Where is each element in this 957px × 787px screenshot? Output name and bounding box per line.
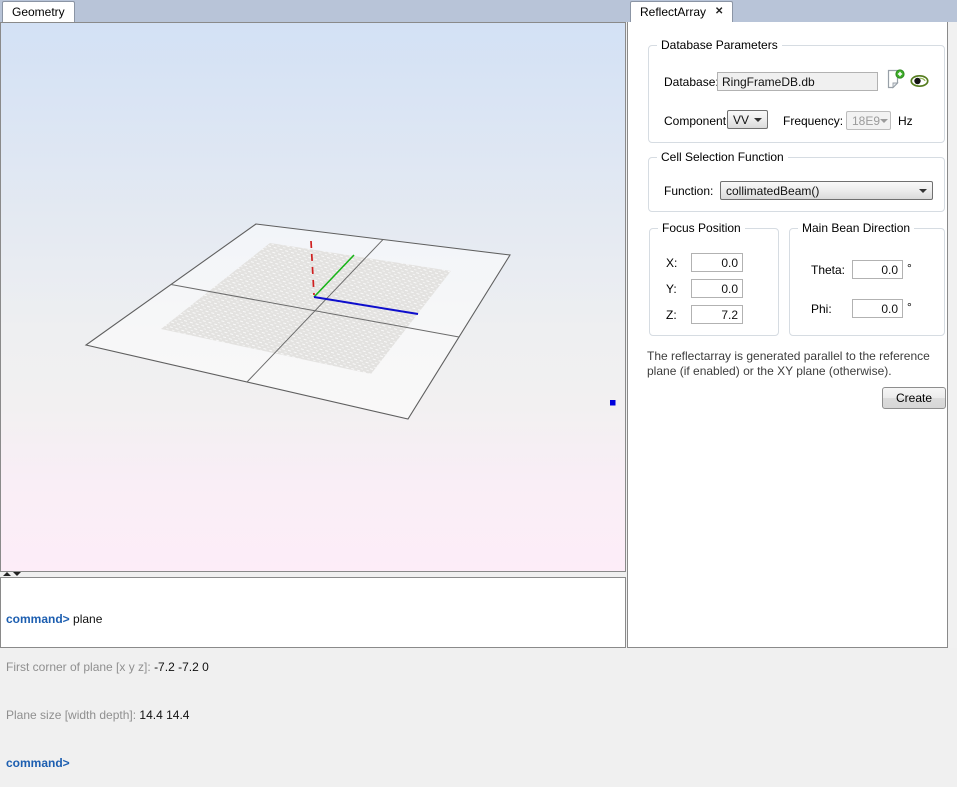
group-title: Cell Selection Function [657, 150, 788, 164]
focus-z-field[interactable] [691, 305, 743, 324]
group-cell-selection: Cell Selection Function Function: collim… [648, 157, 945, 212]
group-title: Database Parameters [657, 38, 782, 52]
command-console[interactable]: command> plane First corner of plane [x … [0, 577, 626, 648]
window-right-margin [948, 22, 957, 648]
frequency-unit-label: Hz [898, 114, 913, 128]
console-line: First corner of plane [x y z]: -7.2 -7.2… [6, 659, 620, 675]
frequency-dropdown: 18E9 [846, 111, 891, 130]
create-button[interactable]: Create [882, 387, 946, 409]
group-title: Main Bean Direction [798, 221, 914, 235]
console-prompt: command> [6, 612, 70, 626]
theta-label: Theta: [811, 263, 845, 277]
theta-field[interactable] [852, 260, 903, 279]
console-output-value: 14.4 14.4 [139, 708, 189, 722]
tab-geometry-label: Geometry [12, 5, 65, 19]
component-dropdown[interactable]: VV [727, 110, 768, 129]
dropdown-arrow-icon [754, 118, 762, 122]
database-label: Database: [664, 75, 719, 89]
dropdown-arrow-icon [880, 119, 888, 123]
phi-degree-label: ° [907, 300, 912, 314]
group-main-beam-direction: Main Bean Direction Theta: ° Phi: ° [789, 228, 945, 336]
database-field[interactable] [717, 72, 878, 91]
function-dropdown[interactable]: collimatedBeam() [720, 181, 933, 200]
focus-y-field[interactable] [691, 279, 743, 298]
phi-label: Phi: [811, 302, 832, 316]
blue-marker [610, 400, 616, 406]
focus-y-label: Y: [666, 282, 677, 296]
console-command: plane [70, 612, 103, 626]
tab-geometry[interactable]: Geometry [2, 1, 75, 22]
frequency-label: Frequency: [783, 114, 843, 128]
group-title: Focus Position [658, 221, 745, 235]
dropdown-arrow-icon [919, 189, 927, 193]
group-focus-position: Focus Position X: Y: Z: [649, 228, 779, 336]
tab-reflectarray[interactable]: ReflectArray ✕ [630, 1, 733, 22]
frequency-value: 18E9 [852, 114, 880, 128]
group-database-parameters: Database Parameters Database: Component:… [648, 45, 945, 143]
function-label: Function: [664, 184, 713, 198]
reflectarray-panel: Database Parameters Database: Component:… [627, 22, 948, 648]
tab-reflectarray-label: ReflectArray [640, 5, 706, 19]
console-output-label: First corner of plane [x y z]: [6, 660, 154, 674]
new-database-icon[interactable] [887, 69, 905, 92]
component-value: VV [733, 113, 749, 127]
splitter-down-icon[interactable] [13, 572, 21, 576]
focus-x-field[interactable] [691, 253, 743, 272]
splitter-up-icon[interactable] [3, 572, 11, 576]
focus-x-label: X: [666, 256, 677, 270]
console-line: Plane size [width depth]: 14.4 14.4 [6, 707, 620, 723]
view-database-eye-icon[interactable] [910, 74, 929, 91]
focus-z-label: Z: [666, 308, 677, 322]
scene-canvas [1, 23, 625, 571]
component-label: Component: [664, 114, 729, 128]
theta-degree-label: ° [907, 261, 912, 275]
phi-field[interactable] [852, 299, 903, 318]
console-prompt: command> [6, 756, 70, 770]
console-output-value: -7.2 -7.2 0 [154, 660, 209, 674]
geometry-viewport[interactable] [0, 22, 626, 572]
tab-bar: Geometry ReflectArray ✕ [0, 0, 957, 22]
console-output-label: Plane size [width depth]: [6, 708, 139, 722]
function-value: collimatedBeam() [726, 184, 819, 198]
tab-close-icon[interactable]: ✕ [715, 7, 723, 17]
console-line: command> [6, 755, 620, 771]
reflectarray-note: The reflectarray is generated parallel t… [647, 349, 947, 379]
console-line: command> plane [6, 611, 620, 627]
